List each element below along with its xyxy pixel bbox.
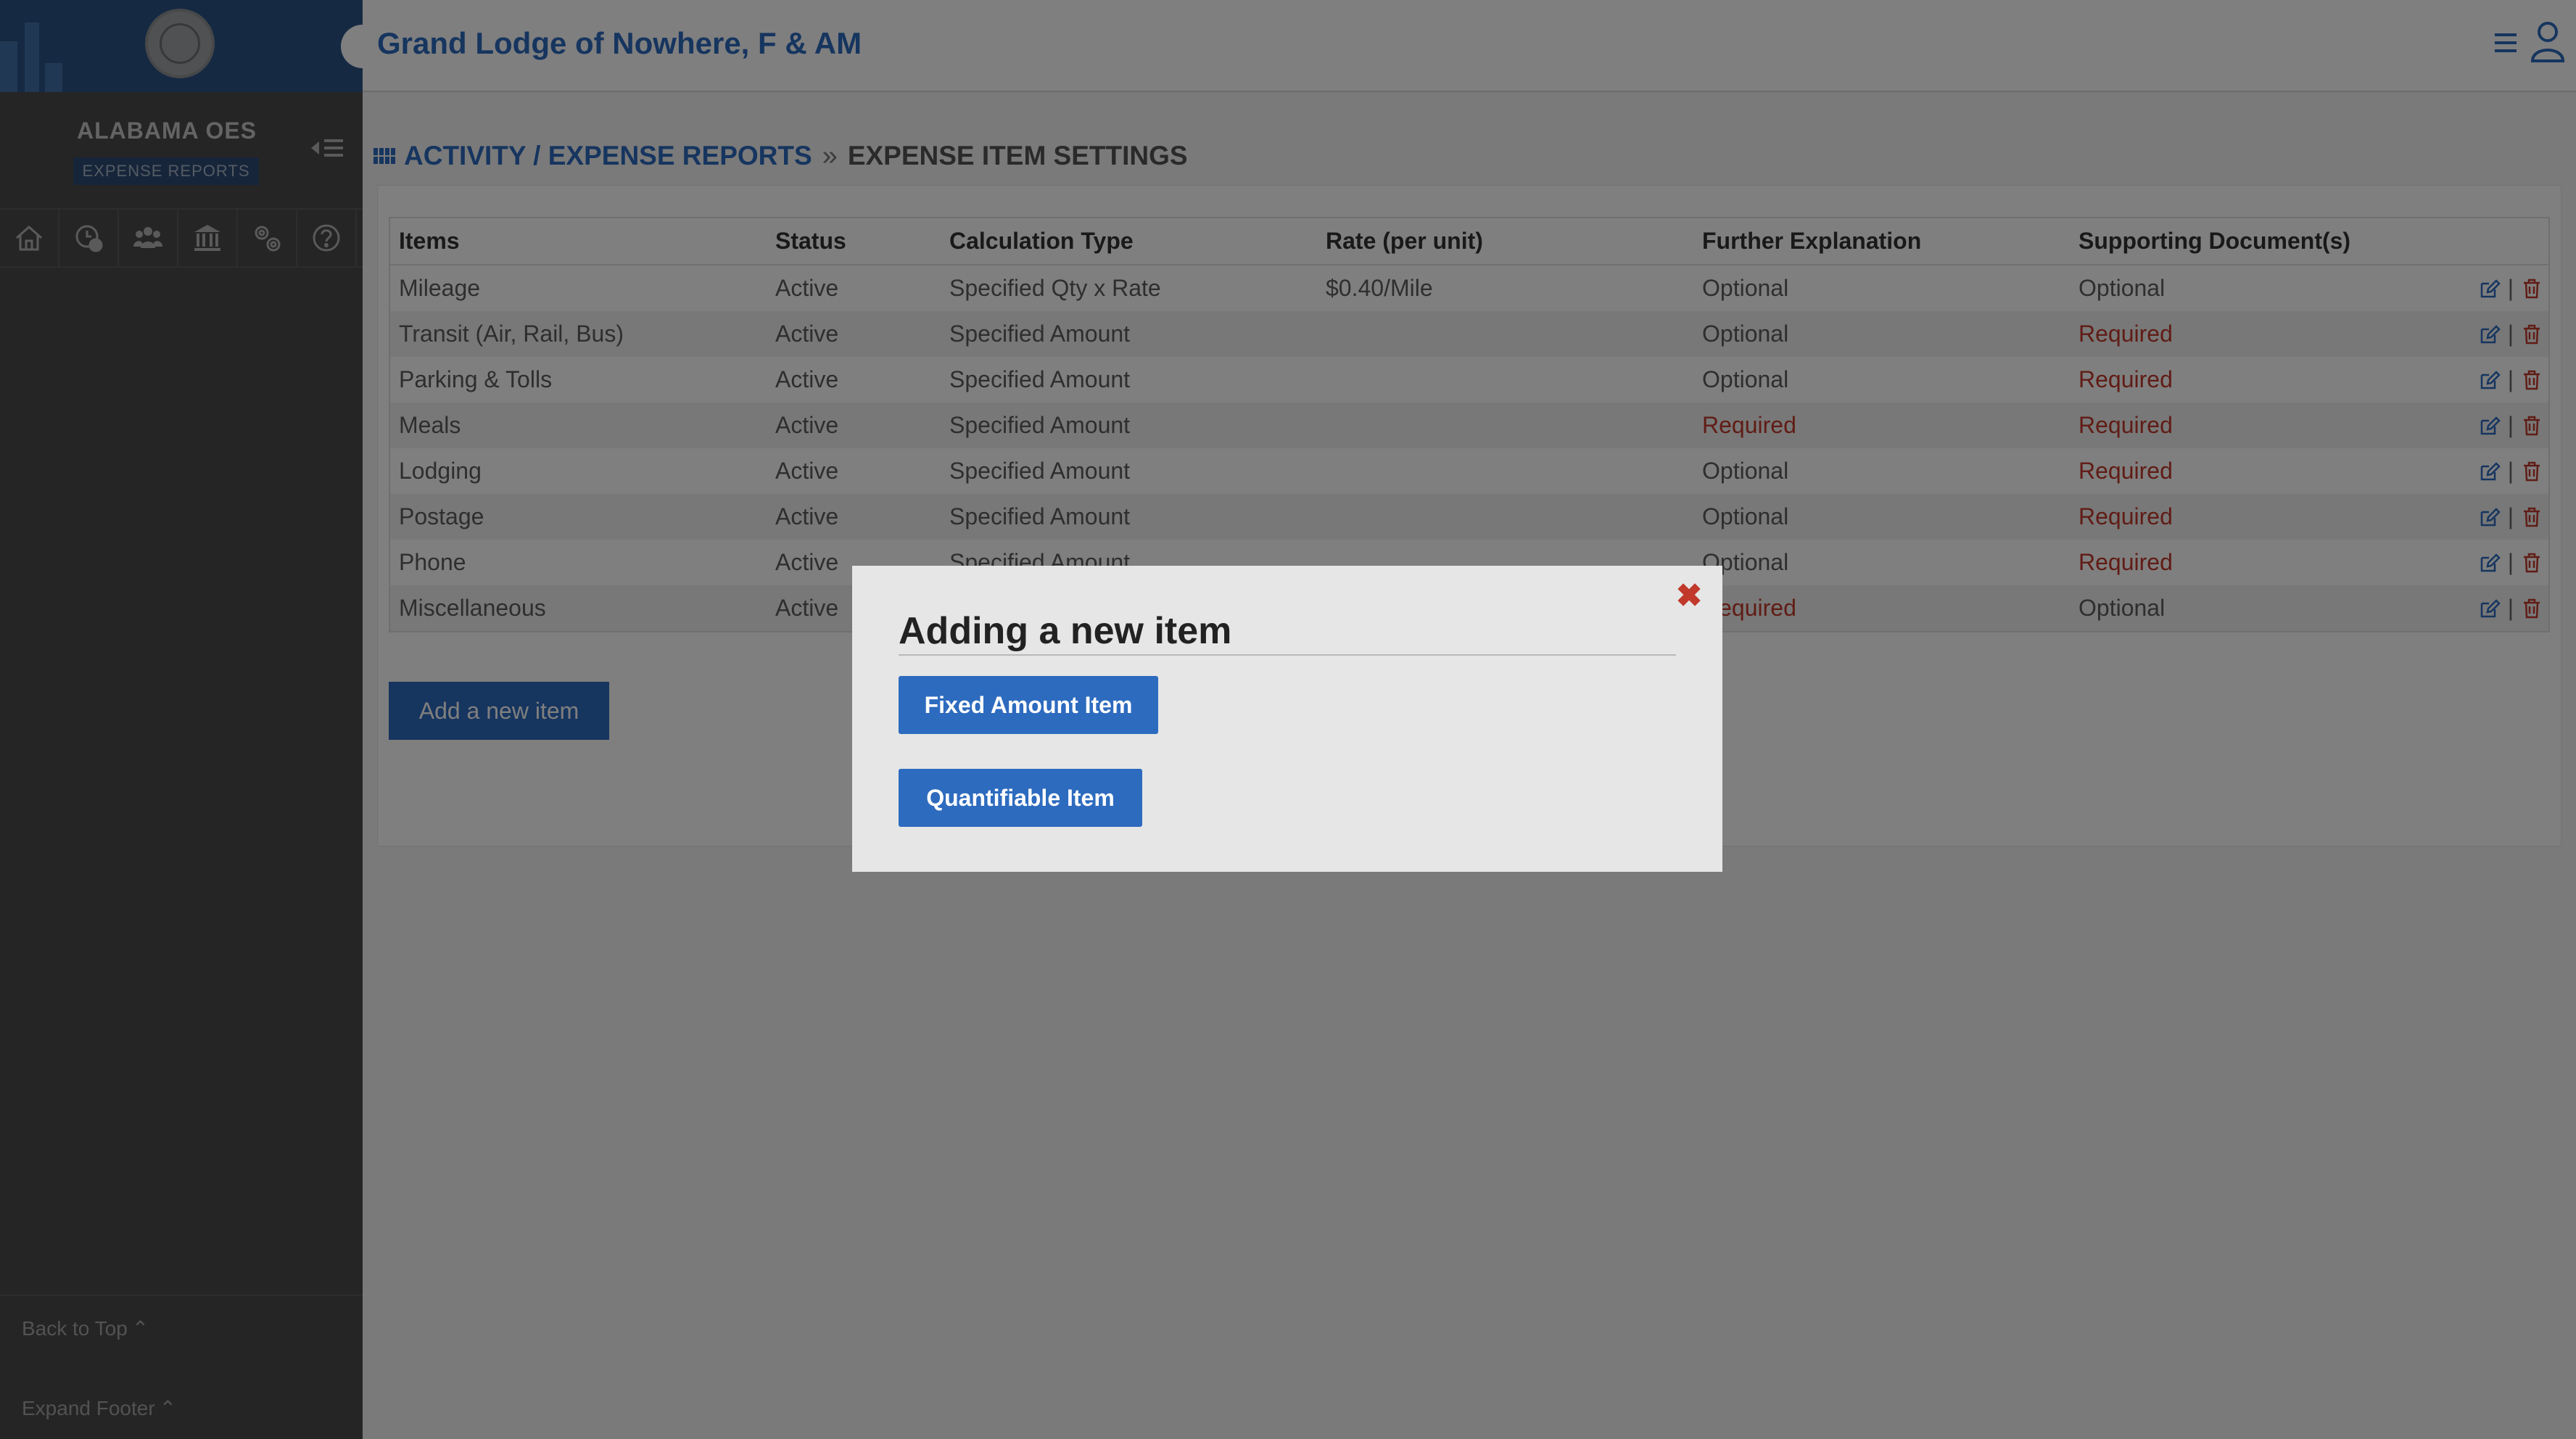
add-item-modal: ✖ Adding a new item Fixed Amount Item Qu… [852, 566, 1722, 872]
quantifiable-item-button[interactable]: Quantifiable Item [899, 769, 1142, 827]
close-icon[interactable]: ✖ [1675, 580, 1704, 612]
modal-divider [899, 654, 1676, 656]
modal-title: Adding a new item [899, 610, 1232, 652]
fixed-amount-item-button[interactable]: Fixed Amount Item [899, 676, 1158, 734]
